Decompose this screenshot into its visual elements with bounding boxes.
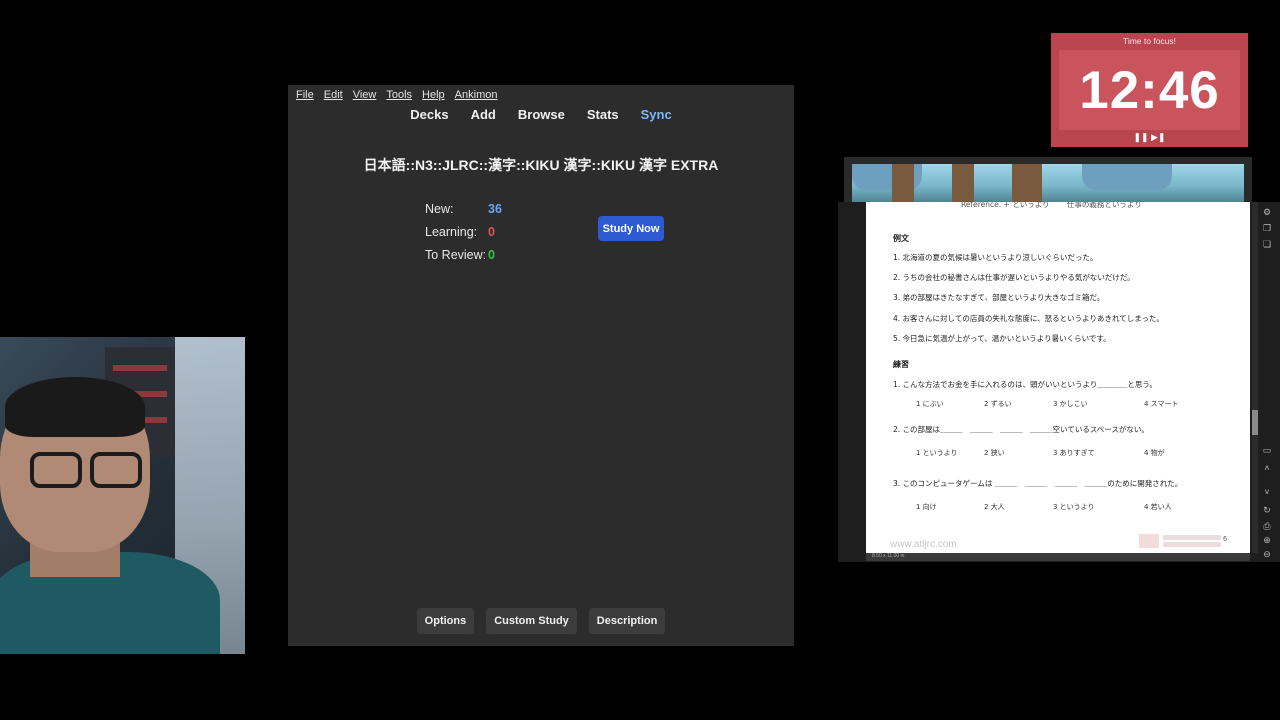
toolbar-add[interactable]: Add [471,107,496,122]
custom-study-button[interactable]: Custom Study [486,608,577,634]
pdf-q3-option: 4 若い人 [1144,503,1172,511]
stat-new: New: 36 [425,197,502,220]
pixel-tree-leaves [1082,164,1172,190]
stat-review: To Review: 0 [425,243,502,266]
person-hair [5,377,145,437]
pdf-question-3: 3. このコンピュータゲームは ＿＿＿ ＿＿＿ ＿＿＿ ＿＿＿のために開発された… [893,479,1183,488]
deck-options-bar: Options Custom Study Description [288,608,794,634]
stat-review-label: To Review: [425,247,487,262]
pdf-example-3: 3. 弟の部屋はきたなすぎて、部屋というより大きなゴミ箱だ。 [893,293,1105,302]
deck-stats: New: 36 Learning: 0 To Review: 0 [425,197,502,266]
stat-new-label: New: [425,201,454,216]
toolbar-sync[interactable]: Sync [641,107,672,122]
main-toolbar: Decks Add Browse Stats Sync [288,107,794,122]
chevron-up-icon[interactable]: ˄ [1261,462,1273,474]
options-button[interactable]: Options [416,608,475,634]
deck-title: 日本語::N3::JLRC::漢字::KIKU 漢字::KIKU 漢字 EXTR… [363,157,719,173]
jlrc-logo [1139,534,1221,548]
pdf-q1-option: 1 にぶい [916,400,944,408]
pdf-question-2: 2. この部屋は＿＿＿ ＿＿＿ ＿＿＿ ＿＿＿空いているスペースがない。 [893,425,1149,434]
pdf-q1-option: 4 スマート [1144,400,1179,408]
pdf-q1-option: 3 かしこい [1053,400,1088,408]
menu-help[interactable]: Help [422,89,445,101]
pdf-q3-option: 1 向け [916,503,937,511]
menu-ankimon[interactable]: Ankimon [455,89,498,101]
zoom-out-icon[interactable]: ⊖ [1261,548,1273,560]
pdf-section-practice: 練習 [893,360,909,369]
pixel-art-banner [852,164,1244,204]
pdf-q2-option: 3 ありすぎて [1053,449,1095,457]
pdf-scrollbar[interactable] [1252,202,1258,553]
pdf-example-1: 1. 北海道の夏の気候は暑いというより涼しいぐらいだった。 [893,253,1098,262]
pdf-q1-option: 2 ずるい [984,400,1012,408]
stat-learning-value: 0 [488,224,495,239]
pdf-q3-option: 3 というより [1053,503,1095,511]
copy-icon[interactable]: ❏ [1261,238,1273,250]
toolbar-browse[interactable]: Browse [518,107,565,122]
pdf-q2-option: 4 物が [1144,449,1165,457]
pdf-page-number: 6 [1223,536,1227,543]
timer-clock: 12:46 [1079,61,1220,120]
pdf-scroll-thumb[interactable] [1252,410,1258,435]
menu-view[interactable]: View [353,89,377,101]
stat-learning-label: Learning: [425,224,478,239]
chevron-down-icon[interactable]: ˅ [1261,486,1273,498]
webcam-feed [0,337,245,654]
pdf-status-bar: 8.50 x 11.00 in [866,553,1250,561]
pdf-header-text: Reference. + というより 仕事の義務というより [961,202,1142,209]
toolbar-decks[interactable]: Decks [410,107,448,122]
stat-review-value: 0 [488,247,495,262]
pixel-tree-trunk [892,164,914,204]
pdf-page-size: 8.50 x 11.00 in [872,553,905,559]
pdf-q3-option: 2 大人 [984,503,1005,511]
pdf-question-1: 1. こんな方法でお金を手に入れるのは、頭がいいというより＿＿＿＿と思う。 [893,380,1157,389]
page-icon[interactable]: ▭ [1261,444,1273,456]
menu-file[interactable]: File [296,89,314,101]
pixel-tree-trunk [1012,164,1042,204]
zoom-in-icon[interactable]: ⊕ [1261,534,1273,546]
pdf-q2-option: 2 狭い [984,449,1005,457]
focus-timer: Time to focus! 12:46 ❚❚ ▶❚ [1051,33,1248,147]
stat-learning: Learning: 0 [425,220,502,243]
gear-icon[interactable]: ⚙ [1261,206,1273,218]
person-glasses [30,452,150,492]
pdf-example-4: 4. お客さんに対しての店員の失礼な態度に、怒るというよりあきれてしまった。 [893,314,1164,323]
toolbar-stats[interactable]: Stats [587,107,619,122]
bookmark-icon[interactable]: ❐ [1261,222,1273,234]
anki-window: File Edit View Tools Help Ankimon Decks … [288,85,794,646]
description-button[interactable]: Description [588,608,666,634]
menu-tools[interactable]: Tools [386,89,412,101]
pdf-section-examples: 例文 [893,234,909,243]
timer-caption: Time to focus! [1122,36,1177,46]
pdf-q2-option: 1 というより [916,449,958,457]
stat-new-value: 36 [488,201,502,216]
study-now-button[interactable]: Study Now [598,216,664,241]
pdf-page: Reference. + というより 仕事の義務というより 例文 1. 北海道の… [866,202,1250,553]
menu-bar: File Edit View Tools Help Ankimon [288,85,497,105]
pdf-side-toolbar: ⚙ ❐ ❏ ▭ ˄ ˅ ↻ ⎙ ⊕ ⊖ [1261,202,1275,562]
pdf-example-5: 5. 今日急に気温が上がって、温かいというより暑いくらいです。 [893,334,1111,343]
pdf-example-2: 2. うちの会社の秘書さんは仕事が遅いというよりやる気がないだけだ。 [893,273,1135,282]
menu-edit[interactable]: Edit [324,89,343,101]
pixel-tree-trunk [952,164,974,204]
timer-controls[interactable]: ❚❚ ▶❚ [1051,132,1248,143]
print-icon[interactable]: ⎙ [1261,520,1273,532]
pdf-footer-url: www.atljrc.com [890,539,957,550]
rotate-icon[interactable]: ↻ [1261,504,1273,516]
